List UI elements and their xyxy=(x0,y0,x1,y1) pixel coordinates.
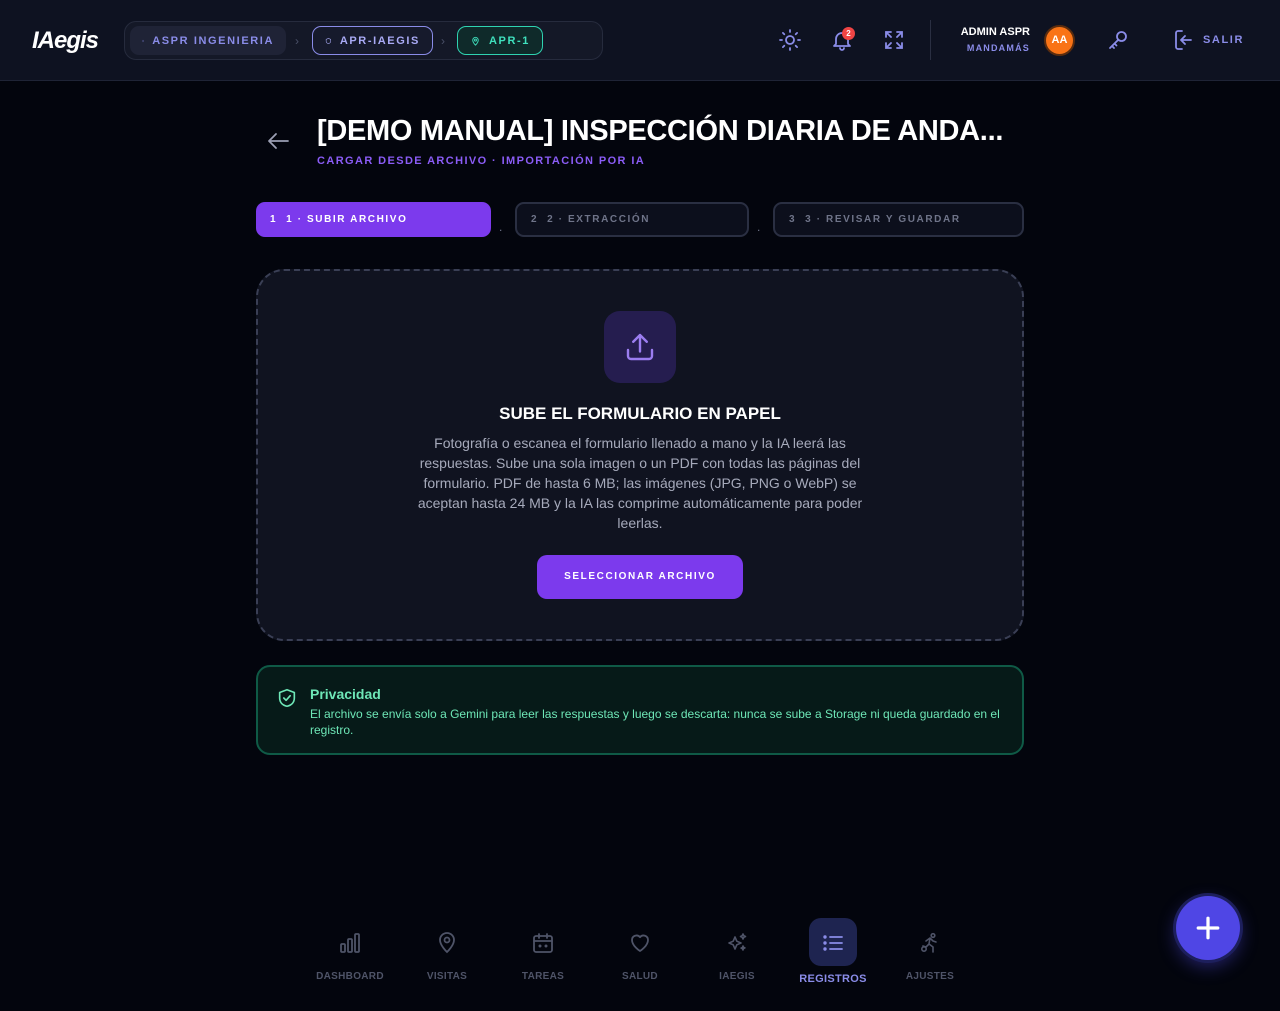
step-review-save[interactable]: 3 3 · REVISAR Y GUARDAR xyxy=(773,202,1024,237)
select-file-button[interactable]: SELECCIONAR ARCHIVO xyxy=(537,555,743,599)
step-label: 1 · SUBIR ARCHIVO xyxy=(286,214,408,225)
avatar[interactable]: AA xyxy=(1044,25,1075,56)
nav-label: DASHBOARD xyxy=(316,971,384,982)
add-button[interactable] xyxy=(1176,896,1240,960)
step-separator: . xyxy=(499,220,503,234)
list-icon xyxy=(823,935,843,951)
nav-label: TAREAS xyxy=(521,971,565,982)
page-subtitle: CARGAR DESDE ARCHIVO · IMPORTACIÓN POR I… xyxy=(317,155,646,167)
app-logo[interactable]: IAegis xyxy=(32,27,99,55)
top-bar: IAegis ASPR INGENIERIA › APR-IAEGIS › AP… xyxy=(0,0,1280,81)
nav-label: SALUD xyxy=(622,971,658,982)
sun-icon[interactable] xyxy=(778,28,802,52)
upload-icon xyxy=(626,333,654,361)
fullscreen-icon[interactable] xyxy=(882,28,906,52)
shield-icon xyxy=(325,37,331,44)
nav-item-tareas[interactable]: TAREAS xyxy=(503,918,583,988)
page-title: [DEMO MANUAL] INSPECCIÓN DIARIA DE ANDA.… xyxy=(317,115,1004,147)
step-number: 1 xyxy=(270,214,278,225)
breadcrumb: ASPR INGENIERIA › APR-IAEGIS › APR-1 xyxy=(124,21,603,60)
step-extraction[interactable]: 2 2 · EXTRACCIÓN xyxy=(515,202,749,237)
breadcrumb-project[interactable]: APR-IAEGIS xyxy=(312,26,433,55)
step-number: 2 xyxy=(531,214,539,225)
upload-dropzone[interactable]: SUBE EL FORMULARIO EN PAPEL Fotografía o… xyxy=(256,269,1024,641)
step-number: 3 xyxy=(789,214,797,225)
breadcrumb-site-label: APR-1 xyxy=(488,34,530,47)
breadcrumb-chevron-icon: › xyxy=(441,34,445,48)
nav-label: IAEGIS xyxy=(719,971,755,982)
sparkles-icon xyxy=(728,933,747,951)
privacy-title: Privacidad xyxy=(310,686,381,702)
settings-runner-icon xyxy=(920,932,937,953)
nav-item-registros[interactable]: REGISTROS xyxy=(793,918,873,988)
step-label: 2 · EXTRACCIÓN xyxy=(547,214,651,225)
map-pin-icon xyxy=(439,932,455,954)
step-upload[interactable]: 1 1 · SUBIR ARCHIVO xyxy=(256,202,491,237)
logout-button[interactable]: SALIR xyxy=(1203,34,1244,46)
nav-item-dashboard[interactable]: DASHBOARD xyxy=(310,918,390,988)
user-role: MANDAMÁS xyxy=(966,43,1030,53)
building-icon xyxy=(142,39,144,42)
breadcrumb-company[interactable]: ASPR INGENIERIA xyxy=(130,26,286,55)
calendar-icon xyxy=(533,933,553,953)
nav-item-salud[interactable]: SALUD xyxy=(600,918,680,988)
user-name: ADMIN ASPR xyxy=(960,26,1030,38)
breadcrumb-site[interactable]: APR-1 xyxy=(457,26,543,55)
nav-item-ajustes[interactable]: AJUSTES xyxy=(890,918,970,988)
step-label: 3 · REVISAR Y GUARDAR xyxy=(805,214,961,225)
map-pin-icon xyxy=(472,36,479,46)
privacy-text: El archivo se envía solo a Gemini para l… xyxy=(310,707,1000,737)
upload-heading: SUBE EL FORMULARIO EN PAPEL xyxy=(499,404,781,423)
notification-badge: 2 xyxy=(842,27,855,40)
upload-icon-container xyxy=(604,311,676,383)
nav-label: AJUSTES xyxy=(905,971,955,982)
privacy-notice: Privacidad El archivo se envía solo a Ge… xyxy=(256,665,1024,755)
back-arrow-icon[interactable] xyxy=(265,129,291,153)
key-icon[interactable] xyxy=(1106,28,1130,52)
nav-label: REGISTROS xyxy=(799,973,867,985)
breadcrumb-project-label: APR-IAEGIS xyxy=(339,34,420,47)
nav-item-iaegis[interactable]: IAEGIS xyxy=(697,918,777,988)
logout-icon[interactable] xyxy=(1172,28,1196,52)
nav-item-visitas[interactable]: VISITAS xyxy=(407,918,487,988)
shield-check-icon xyxy=(278,688,296,708)
heart-icon xyxy=(631,934,649,952)
breadcrumb-chevron-icon: › xyxy=(295,34,299,48)
plus-icon xyxy=(1196,916,1220,940)
step-separator: . xyxy=(757,220,761,234)
breadcrumb-company-label: ASPR INGENIERIA xyxy=(152,34,274,47)
nav-label: VISITAS xyxy=(426,971,468,982)
bar-chart-icon xyxy=(340,933,360,953)
upload-description: Fotografía o escanea el formulario llena… xyxy=(417,435,863,531)
